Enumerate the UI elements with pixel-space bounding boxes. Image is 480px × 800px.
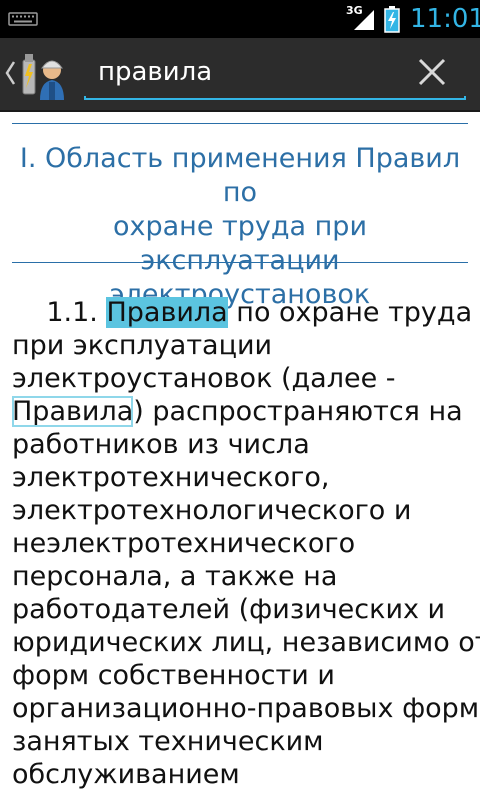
paragraph-line: при эксплуатации [12,330,273,361]
search-input[interactable] [98,52,398,92]
section-divider-bottom [12,262,468,263]
paragraph-line: электроустановок (далее - [12,363,396,394]
search-match-current: Правила [106,297,228,328]
chevron-left-icon[interactable] [4,60,16,86]
paragraph-line: Правила) распространяются на [12,395,468,428]
section-title: I. Область применения Правил по охране т… [12,142,468,312]
paragraph-number: 1.1. [46,297,107,328]
status-bar: 3G 11:01 [0,0,480,38]
section-title-line: охране труда при эксплуатации [112,211,367,276]
section-divider-top [12,123,468,124]
paragraph-text: ) распространяются на [133,396,463,427]
paragraph-line: электротехнологического и [12,495,412,526]
document-paragraph: 1.1. Правила по охране труда при эксплуа… [12,296,480,791]
close-icon[interactable] [414,54,450,90]
action-bar [0,38,480,112]
paragraph-line: персонала, а также на [12,561,338,592]
paragraph-line: электротехнического, [12,462,330,493]
paragraph-line: работодателей (физических и [12,594,446,625]
electrician-logo-icon[interactable] [20,46,68,102]
search-underline [84,96,466,100]
paragraph-line: форм собственности и [12,660,335,691]
paragraph-text: по охране труда [227,297,473,328]
paragraph-line: обслуживанием [12,759,240,790]
paragraph-line: неэлектротехнического [12,528,356,559]
paragraph-line: юридических лиц, независимо от [12,627,480,658]
keyboard-icon [8,12,38,26]
paragraph-line: 1.1. Правила по охране труда [12,296,472,329]
battery-charging-icon [384,6,400,33]
search-match: Правила [12,396,134,427]
paragraph-line: организационно-правовых форм), [12,693,480,724]
status-clock: 11:01 [410,4,480,34]
section-title-line: I. Область применения Правил по [19,143,461,208]
paragraph-line: работников из числа [12,429,310,460]
paragraph-line: занятых техническим [12,726,324,757]
search-field [84,46,468,100]
signal-icon [354,10,374,30]
